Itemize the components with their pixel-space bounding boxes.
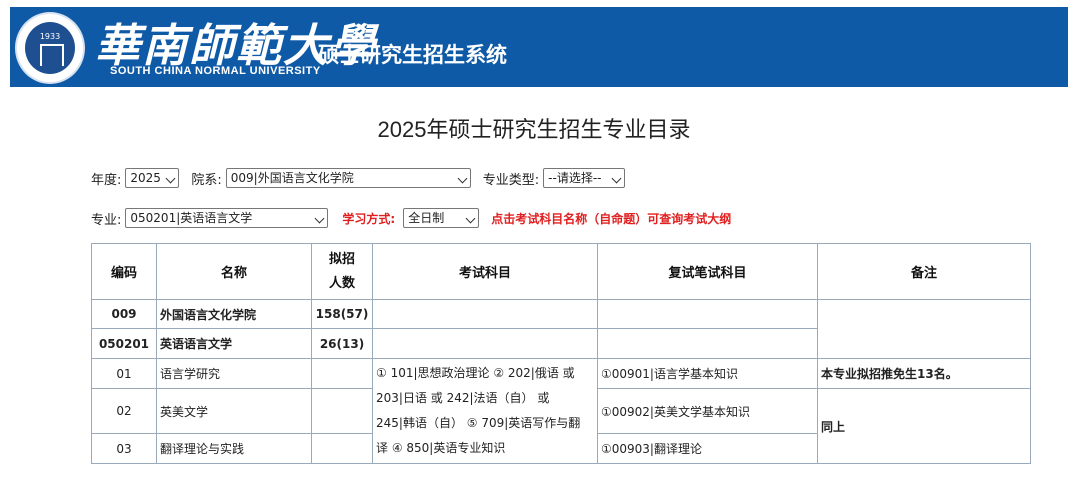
direction-name: 语言学研究 bbox=[156, 358, 312, 389]
major-select-value: 050201|英语语言文学 bbox=[130, 211, 253, 225]
exam-subject-line[interactable]: ① 101|思想政治理论 ② 202|俄语 或 bbox=[376, 361, 594, 386]
dept-select-value: 009|外国语言文化学院 bbox=[230, 171, 354, 185]
retest-subject: ①00903|翻译理论 bbox=[597, 433, 818, 464]
logo-year: 1933 bbox=[39, 32, 61, 41]
major-exam-cell bbox=[372, 328, 598, 359]
mode-select-value: 全日制 bbox=[408, 211, 445, 225]
col-header-retest: 复试笔试科目 bbox=[597, 243, 818, 300]
table-header-row: 编码 名称 拟招 人数 考试科目 复试笔试科目 备注 bbox=[91, 243, 1031, 300]
filter-row-1: 年度: 2025 院系: 009|外国语言文化学院 专业类型: --请选择-- bbox=[91, 168, 626, 188]
major-code: 050201 bbox=[91, 328, 157, 359]
direction-quota bbox=[311, 358, 373, 389]
major-quota: 26(13) bbox=[311, 328, 373, 359]
year-select-value: 2025 bbox=[130, 171, 161, 185]
university-logo: 1933 bbox=[15, 12, 85, 84]
exam-subject-line[interactable]: 245|韩语（自） ⑤ 709|英语写作与翻 bbox=[376, 411, 594, 436]
col-header-quota-line1: 拟招 bbox=[328, 251, 355, 267]
chevron-down-icon bbox=[457, 173, 468, 184]
chevron-down-icon bbox=[165, 173, 176, 184]
type-label: 专业类型: bbox=[482, 172, 540, 188]
logo-gate-icon bbox=[40, 44, 64, 66]
col-header-quota: 拟招 人数 bbox=[311, 243, 373, 300]
site-header: 1933 華南師範大學 硕士研究生招生系统 SOUTH CHINA NORMAL… bbox=[10, 7, 1068, 87]
logo-emblem: 1933 bbox=[25, 22, 75, 74]
remark-text: 同上 bbox=[817, 388, 1031, 464]
direction-quota bbox=[311, 433, 373, 464]
chevron-down-icon bbox=[314, 213, 325, 224]
major-retest-cell bbox=[597, 328, 818, 359]
mode-label: 学习方式: bbox=[342, 211, 396, 226]
major-label: 专业: bbox=[91, 212, 122, 228]
page-title: 2025年硕士研究生招生专业目录 bbox=[377, 117, 691, 142]
major-select[interactable]: 050201|英语语言文学 bbox=[125, 208, 329, 228]
dept-select[interactable]: 009|外国语言文化学院 bbox=[225, 168, 471, 188]
year-label: 年度: bbox=[91, 172, 122, 188]
type-select[interactable]: --请选择-- bbox=[543, 168, 626, 188]
exam-subjects-cell: ① 101|思想政治理论 ② 202|俄语 或 203|日语 或 242|法语（… bbox=[372, 358, 598, 464]
col-header-quota-line2: 人数 bbox=[328, 275, 355, 291]
dept-code: 009 bbox=[91, 299, 157, 329]
chevron-down-icon bbox=[611, 173, 622, 184]
catalog-table: 编码 名称 拟招 人数 考试科目 复试笔试科目 备注 009 外国语言文化学院 … bbox=[91, 243, 1031, 464]
retest-subject: ①00902|英美文学基本知识 bbox=[597, 388, 818, 434]
direction-code: 03 bbox=[91, 433, 157, 464]
dept-row: 009 外国语言文化学院 158(57) bbox=[91, 299, 1031, 359]
dept-name: 外国语言文化学院 bbox=[156, 299, 312, 329]
remark-text: 本专业拟招推免生13名。 bbox=[817, 358, 1031, 389]
direction-name: 翻译理论与实践 bbox=[156, 433, 312, 464]
table-row: 01 语言学研究 ① 101|思想政治理论 ② 202|俄语 或 203|日语 … bbox=[91, 358, 1031, 464]
exam-subject-line[interactable]: 203|日语 或 242|法语（自） 或 bbox=[376, 386, 594, 411]
retest-subject: ①00901|语言学基本知识 bbox=[597, 358, 818, 389]
dept-quota: 158(57) bbox=[311, 299, 373, 329]
direction-quota bbox=[311, 388, 373, 434]
type-select-value: --请选择-- bbox=[548, 171, 602, 185]
exam-outline-hint: 点击考试科目名称（自命题）可查询考试大纲 bbox=[491, 211, 732, 226]
university-en-name: SOUTH CHINA NORMAL UNIVERSITY bbox=[110, 65, 321, 77]
system-name: 硕士研究生招生系统 bbox=[318, 42, 507, 67]
mode-select[interactable]: 全日制 bbox=[403, 208, 480, 228]
direction-code: 01 bbox=[91, 358, 157, 389]
col-header-name: 名称 bbox=[156, 243, 312, 300]
col-header-code: 编码 bbox=[91, 243, 157, 300]
dept-exam-cell bbox=[372, 299, 598, 329]
filter-row-2: 专业: 050201|英语语言文学 学习方式: 全日制 点击考试科目名称（自命题… bbox=[91, 208, 731, 228]
major-name: 英语语言文学 bbox=[156, 328, 312, 359]
dept-label: 院系: bbox=[191, 172, 222, 188]
chevron-down-icon bbox=[465, 213, 476, 224]
direction-name: 英美文学 bbox=[156, 388, 312, 434]
year-select[interactable]: 2025 bbox=[125, 168, 180, 188]
col-header-exam: 考试科目 bbox=[372, 243, 598, 300]
dept-remark-cell bbox=[817, 299, 1031, 359]
col-header-remark: 备注 bbox=[817, 243, 1031, 300]
exam-subject-line[interactable]: 译 ④ 850|英语专业知识 bbox=[376, 436, 594, 461]
direction-code: 02 bbox=[91, 388, 157, 434]
dept-retest-cell bbox=[597, 299, 818, 329]
